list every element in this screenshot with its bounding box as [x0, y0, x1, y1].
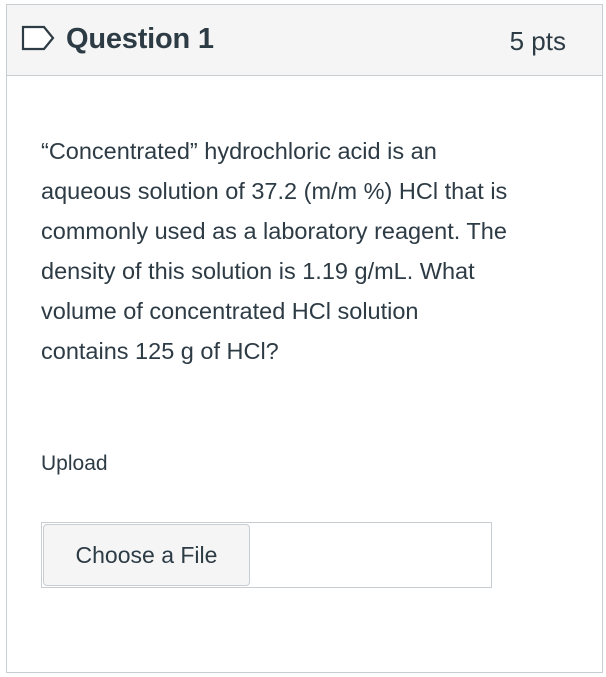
selected-file-name[interactable] [252, 523, 491, 587]
question-points: 5 pts [509, 26, 566, 56]
question-text-line: aqueous solution of 37.2 (m/m %) HCl tha… [41, 178, 508, 204]
question-text-line: volume of concentrated HCl solution [41, 298, 419, 324]
choose-file-button[interactable]: Choose a File [43, 524, 250, 586]
question-text-line: contains 125 g of HCl? [41, 338, 279, 364]
question-header: Question 1 5 pts [7, 5, 602, 76]
upload-label: Upload [41, 452, 108, 475]
question-text-line: density of this solution is 1.19 g/mL. W… [41, 258, 475, 284]
question-card: Question 1 5 pts “Concentrated” hydrochl… [6, 4, 603, 673]
flag-question-icon[interactable] [21, 25, 55, 51]
question-text-line: commonly used as a laboratory reagent. T… [41, 218, 507, 244]
question-text: “Concentrated” hydrochloric acid is an a… [41, 131, 581, 371]
question-text-line: “Concentrated” hydrochloric acid is an [41, 138, 437, 164]
file-upload-control: Choose a File [41, 522, 492, 588]
question-title: Question 1 [66, 23, 214, 55]
